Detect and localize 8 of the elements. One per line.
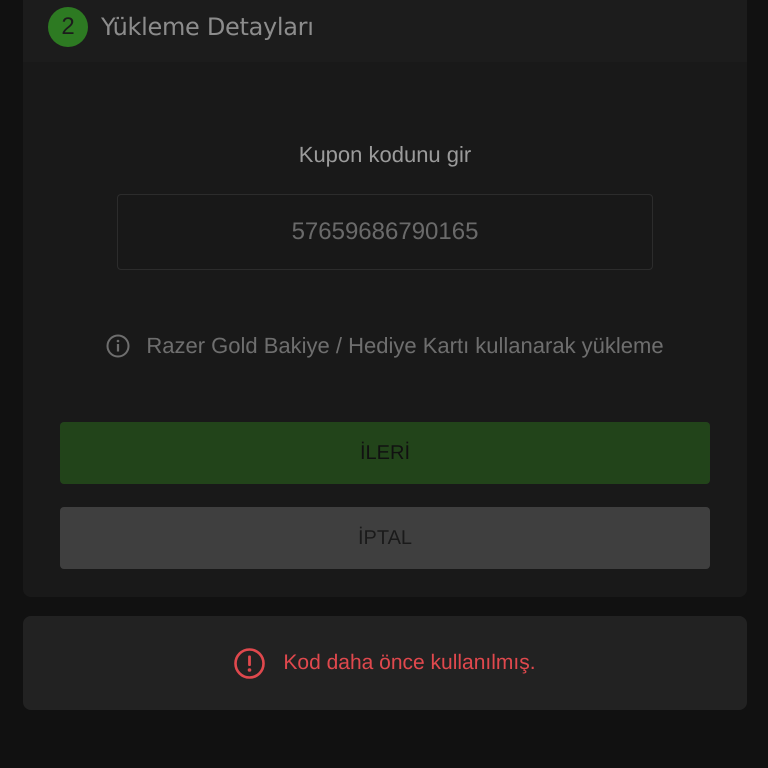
info-icon — [106, 334, 130, 358]
coupon-label: Kupon kodunu gir — [298, 141, 472, 169]
step-title: Yükleme Detayları — [101, 13, 314, 41]
step-number-badge: 2 — [48, 7, 88, 47]
coupon-code-field[interactable]: 57659686790165 — [117, 194, 653, 270]
error-message: Kod daha önce kullanılmış. — [283, 651, 536, 675]
error-icon — [234, 648, 266, 678]
info-text: Razer Gold Bakiye / Hediye Kartı kullanarak yükleme — [146, 332, 664, 360]
